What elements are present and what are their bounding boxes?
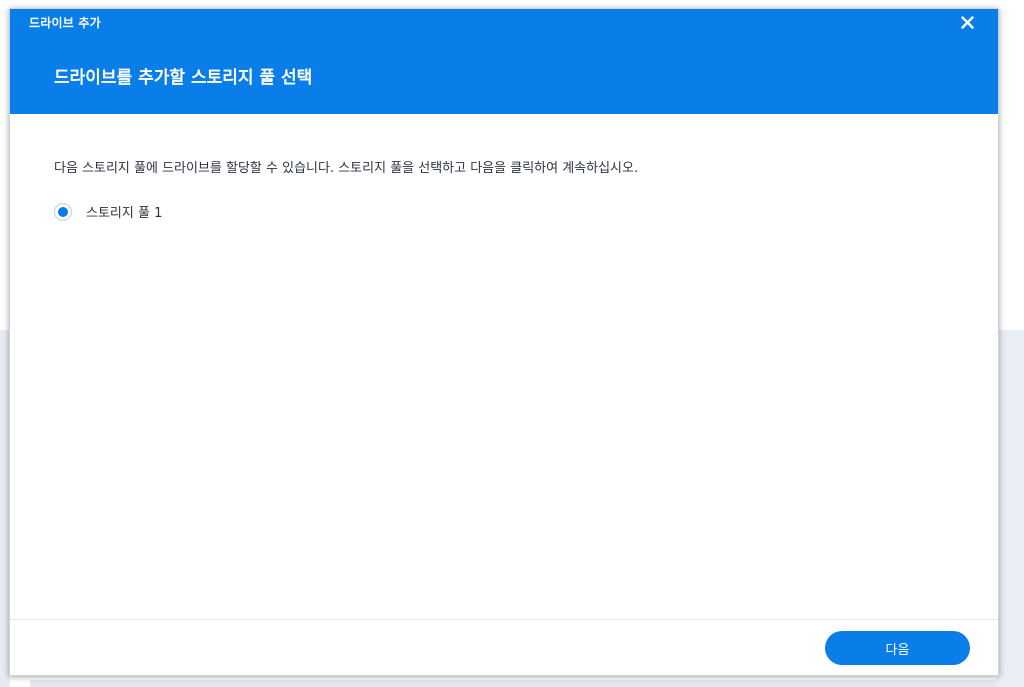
dialog-heading: 드라이브를 추가할 스토리지 풀 선택 — [54, 68, 313, 88]
storage-pool-radio[interactable] — [54, 202, 72, 221]
dialog-footer: 다음 — [10, 619, 998, 675]
radio-selected-dot — [58, 206, 68, 217]
storage-pool-label: 스토리지 풀 1 — [86, 206, 163, 221]
storage-pool-option[interactable]: 스토리지 풀 1 — [54, 202, 162, 221]
background-bottom-strip — [30, 680, 996, 687]
close-icon — [960, 14, 974, 33]
dialog-header: 드라이브 추가 드라이브를 추가할 스토리지 풀 선택 — [10, 9, 998, 114]
dialog-body: 다음 스토리지 풀에 드라이브를 할당할 수 있습니다. 스토리지 풀을 선택하… — [10, 114, 998, 619]
close-button[interactable] — [956, 12, 978, 34]
instruction-text: 다음 스토리지 풀에 드라이브를 할당할 수 있습니다. 스토리지 풀을 선택하… — [54, 161, 639, 176]
add-drive-dialog: 드라이브 추가 드라이브를 추가할 스토리지 풀 선택 다음 스토리지 풀에 드… — [9, 8, 999, 676]
dialog-window-title: 드라이브 추가 — [29, 16, 101, 30]
next-button[interactable]: 다음 — [825, 631, 970, 665]
background-right-panel — [996, 330, 1024, 687]
